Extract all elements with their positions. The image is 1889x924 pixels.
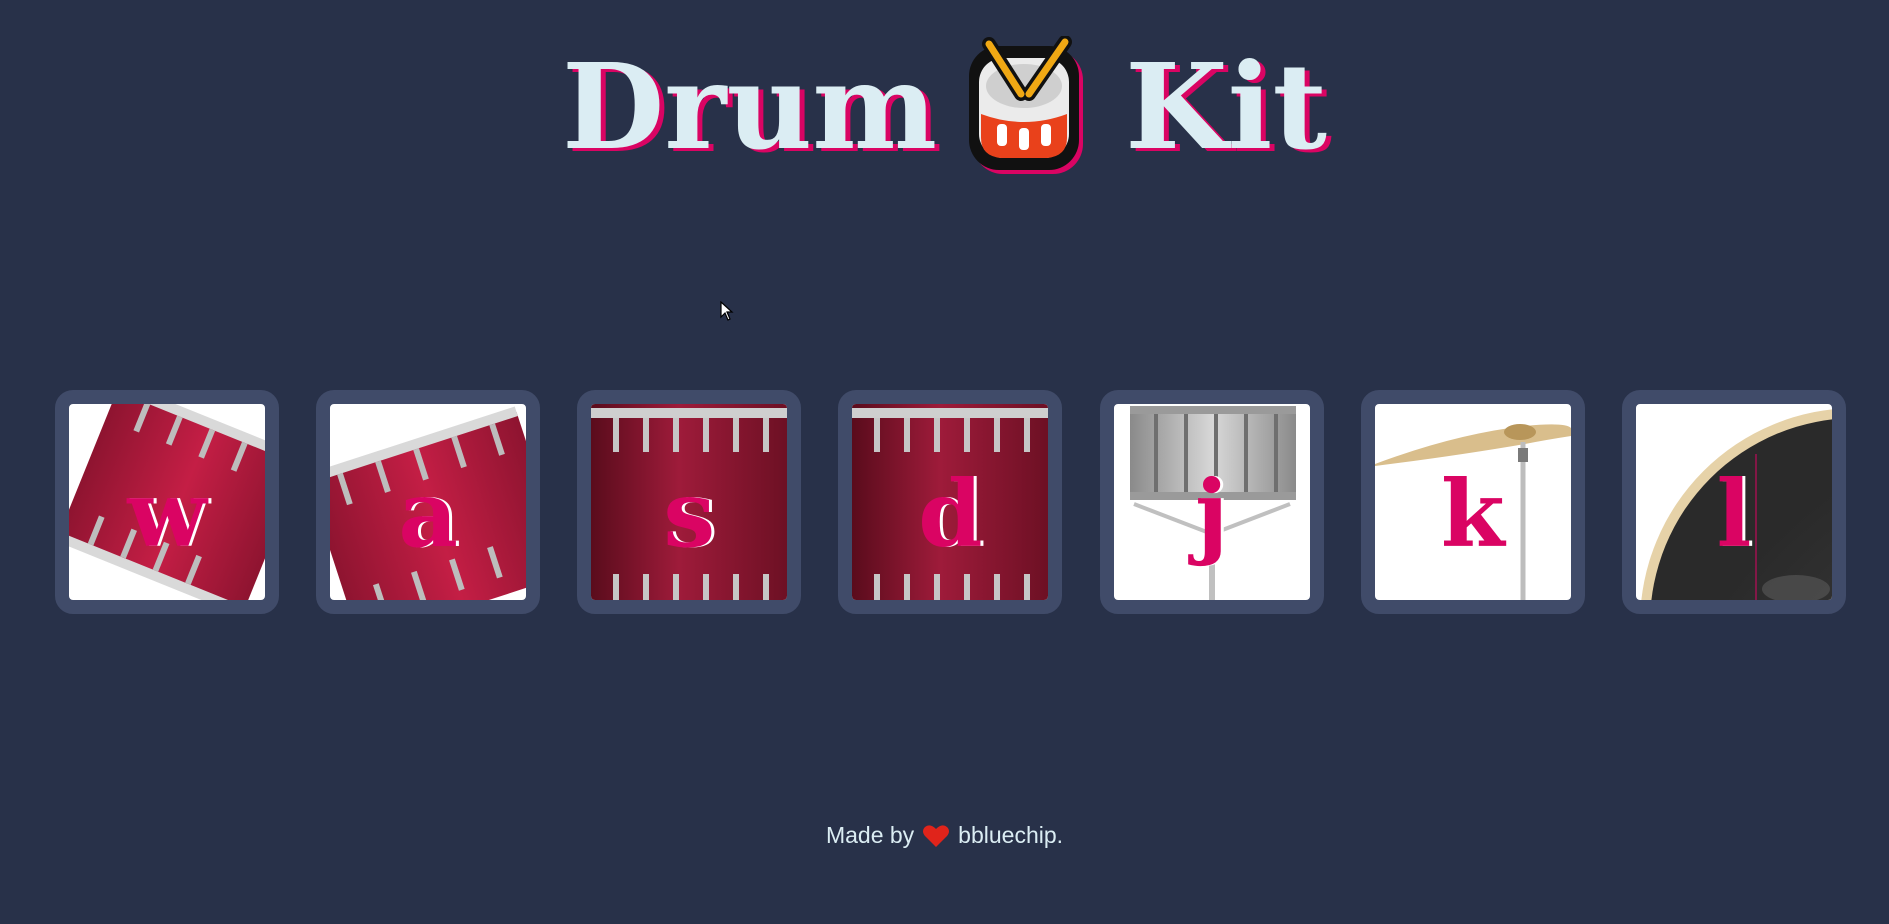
drum-key-w[interactable]: w [55,390,279,614]
footer: Made by bbluechip. [0,822,1889,849]
footer-made-by: Made by [825,822,915,848]
mouse-cursor-icon [720,301,734,321]
drum-key-l[interactable]: l [1621,390,1846,614]
drum-key-a[interactable]: a [316,390,541,614]
footer-author: bbluechip. [958,822,1064,848]
drum-key-s[interactable]: s [577,390,802,614]
key-letter: l [1716,460,1752,568]
key-letter: j [1194,460,1229,568]
drum-key-k[interactable]: k [1360,390,1585,614]
drum-icon [967,35,1095,178]
heart-icon [923,824,950,847]
key-letter: k [1440,460,1505,568]
drum-key-j[interactable]: j [1099,390,1324,614]
key-letter: w [127,460,207,568]
title-word-drum: Drum [561,37,938,176]
key-letter: a [398,460,458,568]
key-letter: s [663,460,716,568]
drum-key-d[interactable]: d [838,390,1063,614]
drum-keys-row: w a s d j k l [55,390,1846,614]
page-title: Drum Kit [0,35,1889,178]
title-word-kit: Kit [1125,37,1328,176]
key-letter: d [918,460,983,568]
